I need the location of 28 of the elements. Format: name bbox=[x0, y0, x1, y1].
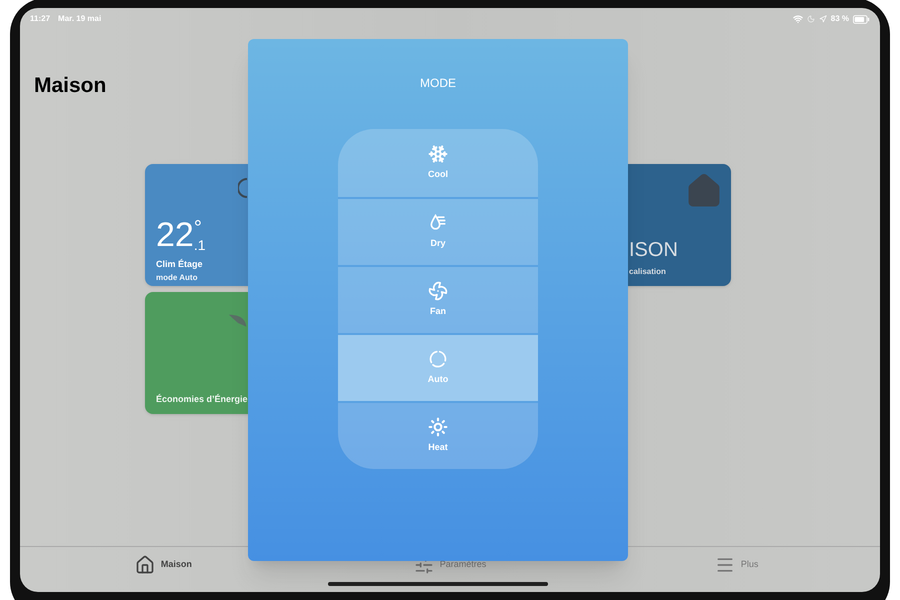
mode-option[interactable]: Heat bbox=[338, 401, 538, 469]
wifi-icon bbox=[792, 14, 803, 24]
mode-option[interactable]: Dry bbox=[338, 197, 538, 265]
card-title: Clim Étage bbox=[156, 258, 204, 271]
temperature-decimal: .1 bbox=[194, 238, 206, 252]
circle-arrows-icon bbox=[428, 349, 448, 370]
dialog-title: MODE bbox=[420, 77, 456, 89]
battery-icon bbox=[853, 14, 870, 24]
moon-icon bbox=[806, 15, 815, 23]
home-icon bbox=[134, 555, 155, 575]
battery-percent: 83 % bbox=[830, 13, 849, 25]
status-date: Mar. 19 mai bbox=[58, 13, 102, 25]
mode-option[interactable]: Auto bbox=[338, 333, 538, 401]
card-subtitle: mode Auto bbox=[156, 272, 198, 284]
mode-option[interactable]: Cool bbox=[338, 129, 538, 197]
tab-item[interactable]: Maison bbox=[20, 555, 307, 575]
fan-icon bbox=[428, 281, 448, 302]
location-icon bbox=[818, 15, 827, 23]
card-title: ISON bbox=[629, 240, 679, 260]
page-title: Maison bbox=[34, 75, 106, 96]
card-title: Économies d’Énergie bbox=[156, 392, 249, 406]
sun-icon bbox=[428, 417, 448, 438]
card-subtitle: calisation bbox=[629, 266, 667, 278]
status-time: 11:27 bbox=[30, 13, 50, 25]
temperature-value: 22 bbox=[156, 218, 194, 252]
snowflake-icon bbox=[428, 144, 448, 164]
tab-item[interactable]: Plus bbox=[593, 555, 880, 575]
degree-symbol: ° bbox=[194, 218, 203, 238]
